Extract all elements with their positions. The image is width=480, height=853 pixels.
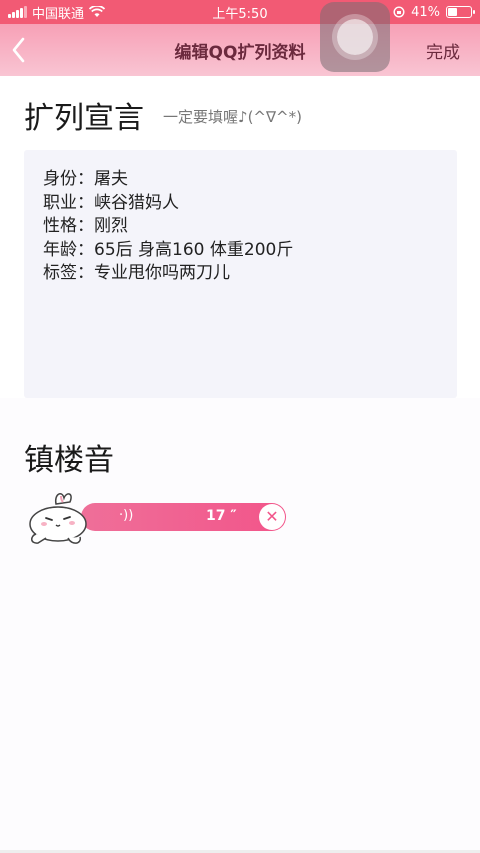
orientation-lock-icon xyxy=(393,6,405,18)
voice-heading: 镇楼音 xyxy=(24,443,114,478)
page-title: 编辑QQ扩列资料 xyxy=(174,43,306,63)
status-right: 41% xyxy=(393,0,475,24)
battery-percent: 41% xyxy=(411,4,440,20)
declaration-hint: 一定要填喔♪(^∇^*) xyxy=(163,108,302,126)
battery-icon xyxy=(446,6,475,18)
declaration-line: 身份：屠夫 xyxy=(43,169,128,189)
close-icon: ✕ xyxy=(265,507,279,526)
status-bar: 中国联通 上午5:50 41% xyxy=(0,0,480,24)
declaration-line: 年龄：65后 身高160 体重200斤 xyxy=(43,239,294,260)
declaration-heading: 扩列宣言 xyxy=(24,101,144,136)
assistive-touch-button[interactable] xyxy=(320,2,390,72)
voice-duration: 17 ″ xyxy=(206,508,237,524)
declaration-textarea[interactable]: 身份：屠夫 职业：峡谷猎妈人 性格：刚烈 年龄：65后 身高160 体重200斤… xyxy=(24,150,457,398)
declaration-line: 职业：峡谷猎妈人 xyxy=(43,192,179,213)
sound-wave-icon: ·)) xyxy=(119,508,134,523)
declaration-line: 性格：刚烈 xyxy=(43,216,128,236)
declaration-line: 标签：专业甩你吗两刀儿 xyxy=(43,263,230,283)
voice-message: ·)) 17 ″ ✕ xyxy=(26,490,286,550)
done-button[interactable]: 完成 xyxy=(426,38,460,63)
bunny-mascot-icon xyxy=(29,493,87,544)
navigation-bar: 编辑QQ扩列资料 完成 xyxy=(0,24,480,76)
delete-voice-button[interactable]: ✕ xyxy=(259,504,285,530)
voice-play-button[interactable]: ·)) 17 ″ ✕ xyxy=(81,503,286,531)
